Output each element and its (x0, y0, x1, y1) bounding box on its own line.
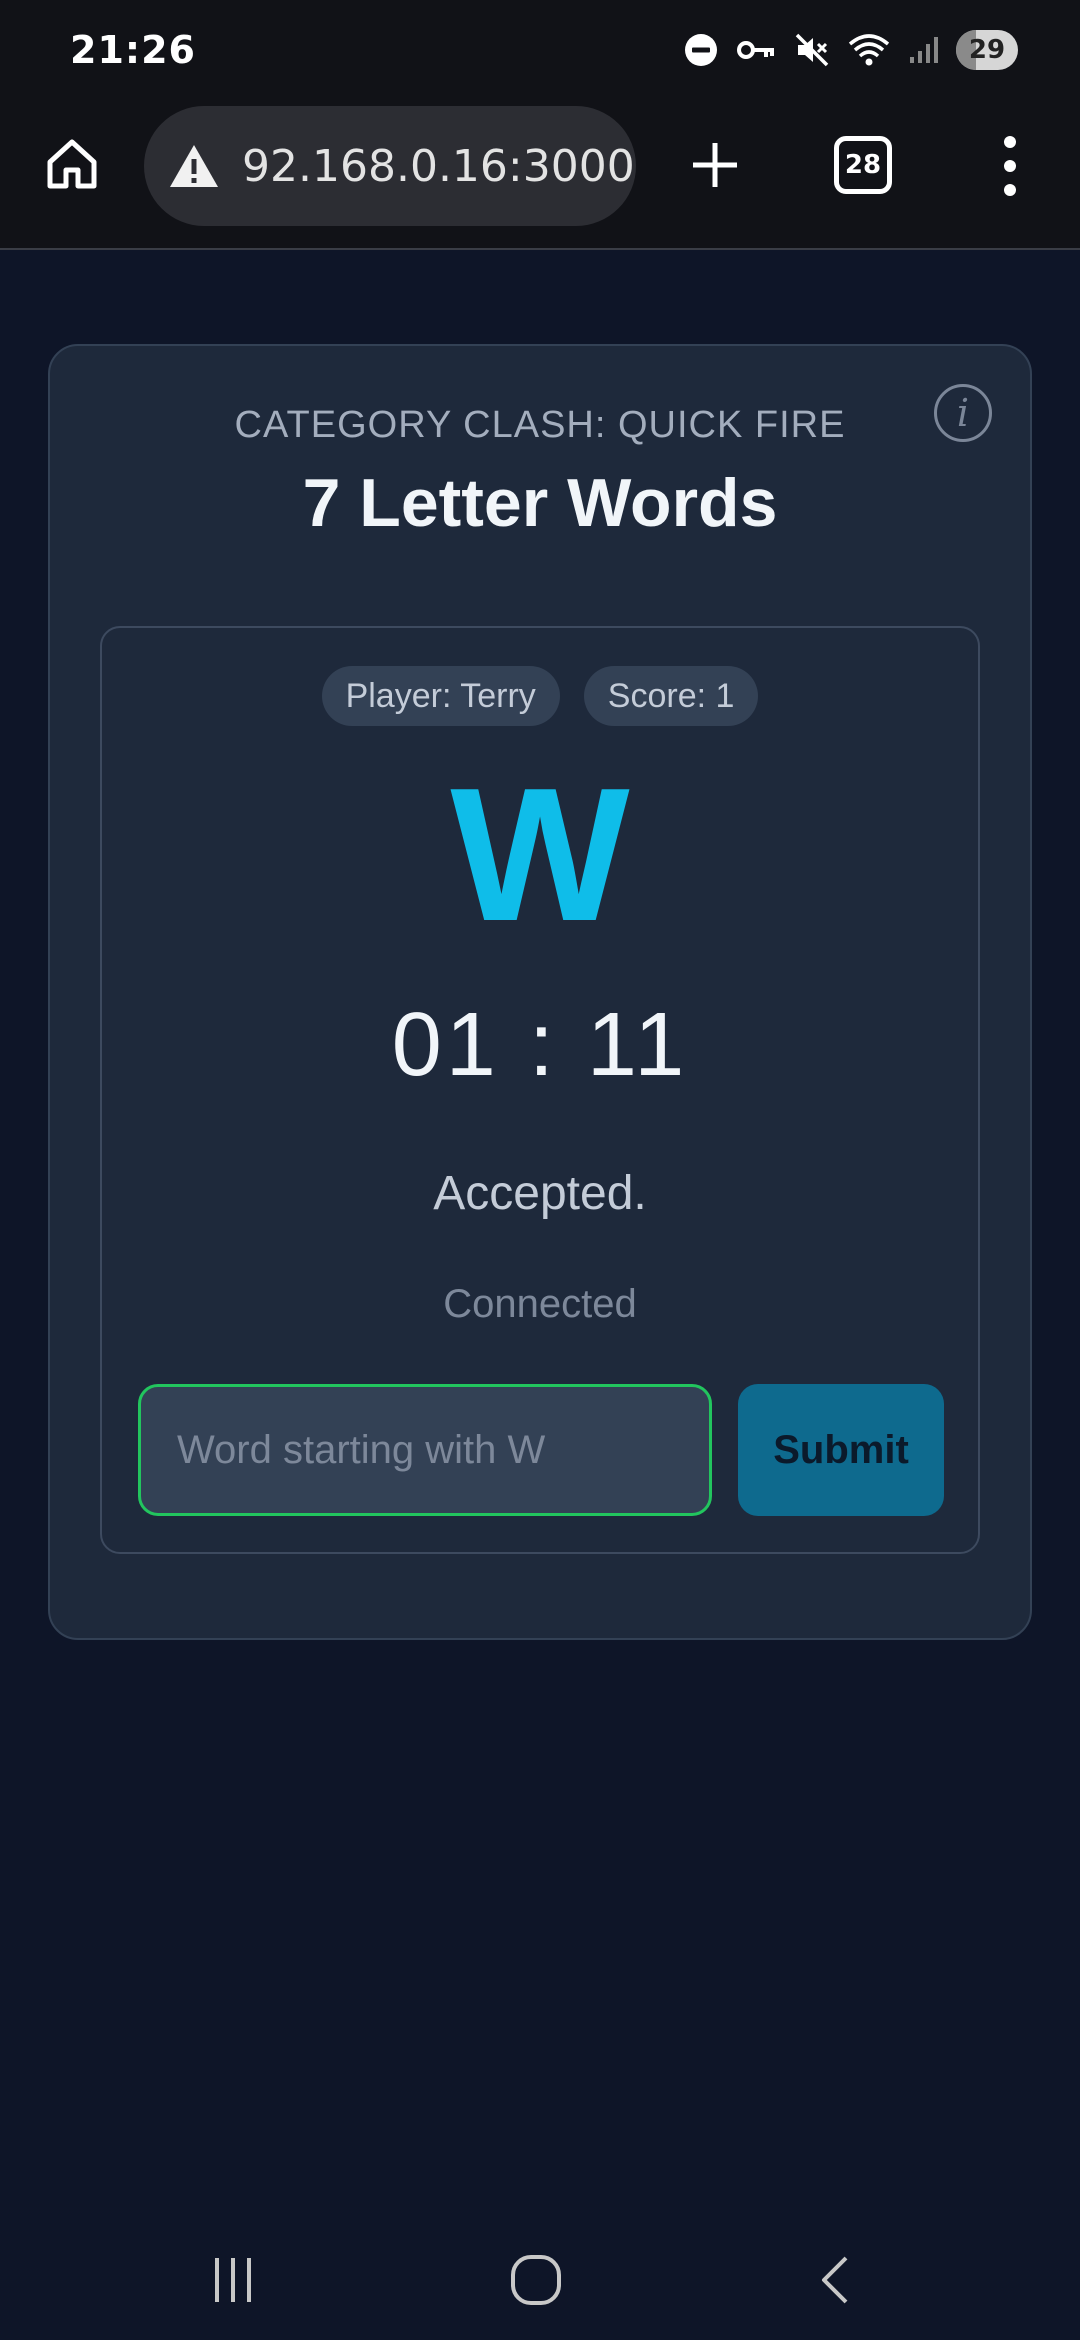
play-panel: Player: Terry Score: 1 W 01 : 11 Accepte… (100, 626, 980, 1554)
system-nav-bar (0, 2220, 1080, 2340)
home-circle-icon[interactable] (496, 2240, 576, 2320)
status-icons: 29 (684, 30, 1018, 70)
home-button[interactable] (40, 132, 104, 196)
more-vert-icon[interactable] (990, 136, 1030, 196)
game-card: i CATEGORY CLASH: QUICK FIRE 7 Letter Wo… (48, 344, 1032, 1640)
badges: Player: Terry Score: 1 (102, 666, 978, 726)
battery-icon: 29 (956, 30, 1018, 70)
wifi-icon (848, 32, 890, 68)
browser-toolbar: 92.168.0.16:3000 28 (0, 100, 1080, 250)
url-text[interactable]: 92.168.0.16:3000 (242, 141, 635, 192)
battery-level: 29 (968, 35, 1006, 65)
vpn-key-icon (736, 35, 776, 65)
word-input[interactable] (138, 1384, 712, 1516)
status-bar: 21:26 29 (0, 0, 1080, 100)
status-message: Accepted. (433, 1167, 647, 1220)
new-tab-button[interactable] (680, 130, 750, 200)
address-bar[interactable]: 92.168.0.16:3000 (144, 106, 636, 226)
countdown-timer: 01 : 11 (391, 995, 689, 1095)
tab-count: 28 (844, 150, 882, 180)
current-letter: W (450, 749, 630, 961)
warning-icon[interactable] (166, 138, 222, 194)
recent-apps-icon[interactable] (193, 2240, 273, 2320)
home-icon (47, 139, 97, 189)
game-title: 7 Letter Words (302, 465, 778, 541)
back-icon[interactable] (798, 2240, 878, 2320)
status-time: 21:26 (70, 28, 196, 72)
signal-icon (908, 35, 938, 65)
game-subtitle: CATEGORY CLASH: QUICK FIRE (234, 404, 846, 446)
tabs-icon[interactable]: 28 (834, 136, 892, 194)
connection-status: Connected (443, 1282, 637, 1326)
player-badge: Player: Terry (321, 666, 560, 726)
score-badge: Score: 1 (583, 666, 759, 726)
mute-icon (794, 32, 830, 68)
do-not-disturb-icon (684, 33, 718, 67)
plus-icon (693, 143, 737, 187)
submit-button[interactable]: Submit (738, 1384, 944, 1516)
